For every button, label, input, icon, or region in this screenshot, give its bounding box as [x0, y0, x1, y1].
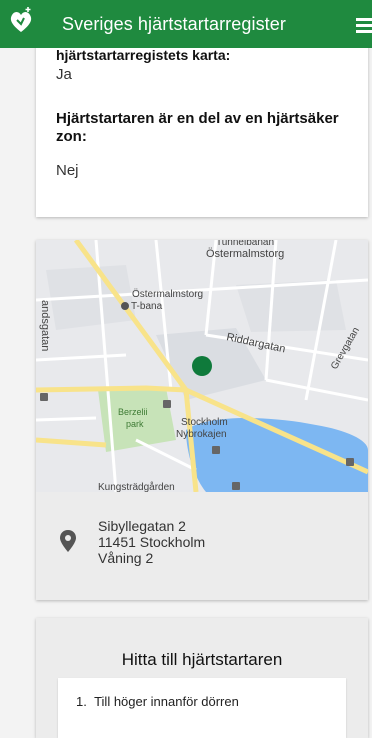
map-label: T-bana — [131, 301, 163, 312]
step-text: Till höger innanför dörren — [94, 694, 239, 709]
location-pin-icon — [60, 530, 76, 552]
map-view[interactable]: Tunnelbanan Östermalmstorg Östermalmstor… — [36, 240, 368, 492]
map-label: Kungsträdgården — [98, 481, 175, 492]
location-card: Tunnelbanan Östermalmstorg Östermalmstor… — [36, 240, 368, 600]
map-label: Tunnelbanan — [216, 240, 274, 248]
app-title: Sveriges hjärtstartarregister — [62, 14, 286, 34]
location-marker — [192, 356, 212, 376]
field-value: Ja — [56, 66, 72, 83]
list-item: 1. Till höger innanför dörren — [76, 694, 239, 709]
map-label: Berzelii — [118, 407, 148, 417]
address-section: Sibyllegatan 2 11451 Stockholm Våning 2 — [36, 492, 368, 600]
directions-title: Hitta till hjärtstartaren — [121, 650, 283, 669]
directions-card: Hitta till hjärtstartaren 1. Till höger … — [36, 618, 368, 738]
address-line: Sibyllegatan 2 — [98, 518, 186, 534]
heart-logo-icon[interactable] — [8, 6, 34, 36]
address-line: Våning 2 — [98, 550, 154, 566]
field-label: hjärtstartarregistets karta: — [56, 47, 231, 63]
app-header: Sveriges hjärtstartarregister — [0, 0, 372, 48]
address-line: 11451 Stockholm — [98, 534, 206, 550]
map-label: Nybrokajen — [176, 429, 227, 440]
directions-step-list: 1. Till höger innanför dörren — [58, 678, 346, 738]
map-label: Östermalmstorg — [206, 248, 284, 260]
hamburger-menu-icon[interactable] — [356, 18, 372, 33]
street-label: andsgatan — [39, 300, 51, 351]
field-label: Hjärtstartaren är en del av en hjärtsäke… — [56, 110, 339, 145]
address-text: Sibyllegatan 2 11451 Stockholm Våning 2 — [98, 518, 205, 566]
map-label: Stockholm — [181, 417, 228, 428]
field-value: Nej — [56, 162, 79, 179]
map-label: park — [126, 419, 144, 429]
map-label: Östermalmstorg — [132, 288, 203, 300]
